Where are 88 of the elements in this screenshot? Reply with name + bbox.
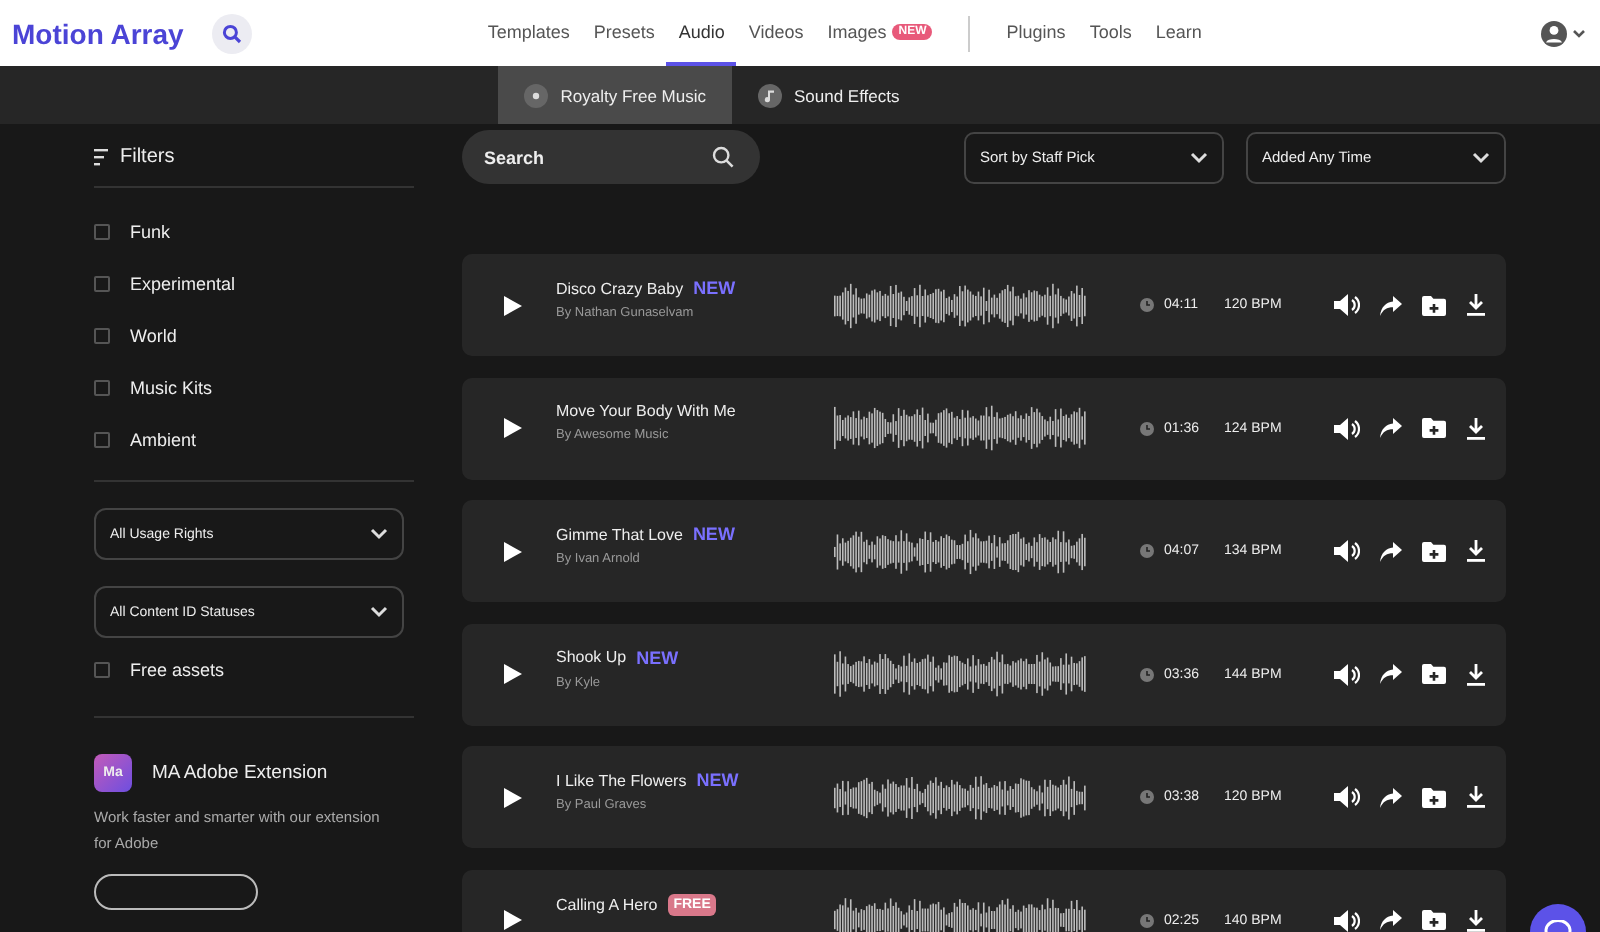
volume-icon[interactable] [1334,786,1360,808]
chevron-down-icon [370,528,388,540]
play-icon[interactable] [504,664,522,684]
checkbox-label: Funk [130,222,171,242]
checkbox[interactable] [94,276,110,292]
music-note-icon [757,83,782,107]
download-icon[interactable] [1466,663,1486,685]
add-to-folder-icon[interactable] [1422,787,1446,807]
search-button[interactable] [211,13,252,53]
clock-icon [1140,298,1154,312]
share-icon[interactable] [1380,664,1402,684]
download-icon[interactable] [1466,540,1486,562]
checkbox[interactable] [94,328,110,344]
add-to-folder-icon[interactable] [1422,418,1446,438]
waveform-drawing[interactable] [834,650,1086,698]
search-icon [712,146,734,168]
checkbox[interactable] [94,662,110,678]
category-tab[interactable]: Sound Effects [731,66,926,124]
add-to-folder-icon[interactable] [1422,910,1446,930]
new-label: NEW [693,278,736,298]
track-title[interactable]: Disco Crazy Baby [556,279,684,297]
checkbox-label: Experimental [130,274,236,294]
play-icon[interactable] [504,541,522,561]
nav-link[interactable]: Plugins [994,0,1078,66]
share-icon[interactable] [1380,787,1402,807]
new-label: NEW [636,647,679,667]
volume-icon[interactable] [1334,294,1360,316]
volume-icon[interactable] [1334,540,1360,562]
share-icon[interactable] [1380,910,1402,930]
track-title[interactable]: Shook Up [556,648,627,666]
add-to-folder-icon[interactable] [1422,664,1446,684]
play-icon[interactable] [504,295,522,315]
volume-icon[interactable] [1334,663,1360,685]
download-icon[interactable] [1466,417,1486,439]
download-icon[interactable] [1466,786,1486,808]
clock-icon [1140,913,1154,927]
new-label: NEW [692,524,735,544]
track-title[interactable]: Calling A Hero [556,895,658,913]
nav-link[interactable]: Templates [475,0,582,66]
nav-link[interactable]: Presets [581,0,667,66]
clock-icon [1140,790,1154,804]
add-to-folder-icon[interactable] [1422,295,1446,315]
checkbox-label: World [130,326,177,346]
share-icon[interactable] [1380,418,1402,438]
new-label: NEW [696,770,739,790]
download-icon[interactable] [1466,294,1486,316]
checkbox-label: Ambient [130,430,197,450]
checkbox-label: Music Kits [130,378,213,398]
waveform-drawing[interactable] [834,527,1086,575]
play-icon[interactable] [504,787,522,807]
share-icon[interactable] [1380,541,1402,561]
volume-icon[interactable] [1334,417,1360,439]
share-icon[interactable] [1380,295,1402,315]
chevron-down-icon [1472,151,1490,163]
add-to-folder-icon[interactable] [1422,541,1446,561]
track-title[interactable]: I Like The Flowers [556,771,687,789]
account-icon[interactable] [1540,19,1588,47]
nav-link[interactable]: Tools [1077,0,1144,66]
category-tab[interactable]: Royalty Free Music [498,66,732,124]
play-icon[interactable] [504,910,522,930]
logo[interactable]: Motion Array [12,17,184,49]
waveform-drawing[interactable] [834,404,1086,452]
waveform-drawing[interactable] [834,773,1086,821]
track-title[interactable]: Move Your Body With Me [556,401,736,419]
search-icon [221,23,242,43]
nav-link[interactable]: Videos [736,0,816,66]
checkbox[interactable] [94,224,110,240]
track-title[interactable]: Gimme That Love [556,525,683,543]
clock-icon [1140,667,1154,681]
outline-button[interactable] [94,874,258,910]
download-icon[interactable] [1466,909,1486,931]
disc-icon [524,83,549,107]
filters-heading: Filters [120,145,175,167]
checkbox[interactable] [94,432,110,448]
search-field[interactable]: Search [462,130,760,184]
volume-icon[interactable] [1334,909,1360,931]
waveform-drawing[interactable] [834,281,1086,329]
filter-icon [94,147,110,165]
waveform-drawing[interactable] [834,896,1086,932]
nav-link[interactable]: Learn [1143,0,1214,66]
checkbox[interactable] [94,380,110,396]
extension-title: MA Adobe Extension [152,762,328,784]
chevron-down-icon [370,606,388,618]
clock-icon [1140,544,1154,558]
play-icon[interactable] [504,418,522,438]
checkbox-label: Free assets [130,660,225,680]
chevron-down-icon [1190,151,1208,163]
clock-icon [1140,421,1154,435]
